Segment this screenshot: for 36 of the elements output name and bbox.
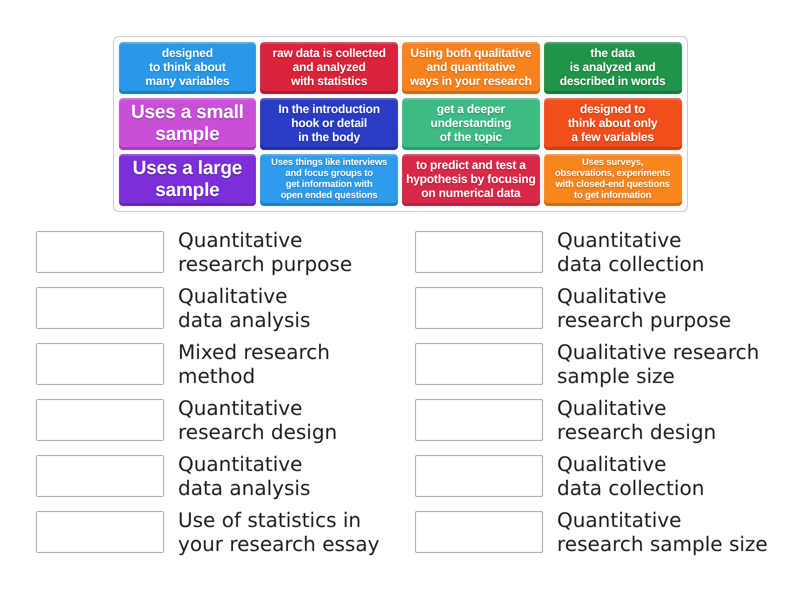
answer-box[interactable] <box>36 511 164 553</box>
word-tile[interactable]: Uses surveys, observations, experiments with closed-end questions to get information <box>544 154 682 206</box>
answer-box[interactable] <box>415 231 543 273</box>
target-label: Qualitative data collection <box>557 452 704 500</box>
word-tile[interactable]: designed to think about only a few variables <box>544 98 682 150</box>
target-label: Mixed research method <box>178 340 330 388</box>
word-tile[interactable]: Uses things like interviews and focus groups to get information with open ended questions <box>260 154 398 206</box>
target-label: Quantitative data analysis <box>178 452 310 500</box>
word-tile[interactable]: In the introduction hook or detail in the body <box>260 98 398 150</box>
target-label: Qualitative research sample size <box>557 340 760 388</box>
word-tile[interactable]: Using both qualitative and quantitative ways in your research <box>402 42 540 94</box>
target-label: Quantitative data collection <box>557 228 704 276</box>
answer-box[interactable] <box>415 287 543 329</box>
word-tile[interactable]: Uses a small sample <box>118 98 256 150</box>
target-label: Quantitative research sample size <box>557 508 768 556</box>
answer-box[interactable] <box>415 455 543 497</box>
target-label: Quantitative research purpose <box>178 228 352 276</box>
word-tile[interactable]: raw data is collected and analyzed with statistics <box>260 42 398 94</box>
answer-box[interactable] <box>415 399 543 441</box>
target-label: Qualitative data analysis <box>178 284 310 332</box>
target-label: Qualitative research purpose <box>557 284 732 332</box>
word-tile[interactable]: to predict and test a hypothesis by focusing on numerical data <box>402 154 540 206</box>
answer-box[interactable] <box>36 287 164 329</box>
answer-box[interactable] <box>415 511 543 553</box>
answer-box[interactable] <box>415 343 543 385</box>
answer-box[interactable] <box>36 343 164 385</box>
target-label: Quantitative research design <box>178 396 338 444</box>
answer-box[interactable] <box>36 455 164 497</box>
answer-box[interactable] <box>36 399 164 441</box>
word-tile[interactable]: Uses a large sample <box>118 154 256 206</box>
word-tile[interactable]: designed to think about many variables <box>118 42 256 94</box>
answer-box[interactable] <box>36 231 164 273</box>
word-tile[interactable]: the data is analyzed and described in words <box>544 42 682 94</box>
word-tile[interactable]: get a deeper understanding of the topic <box>402 98 540 150</box>
target-label: Use of statistics in your research essay <box>178 508 380 556</box>
target-label: Qualitative research design <box>557 396 716 444</box>
